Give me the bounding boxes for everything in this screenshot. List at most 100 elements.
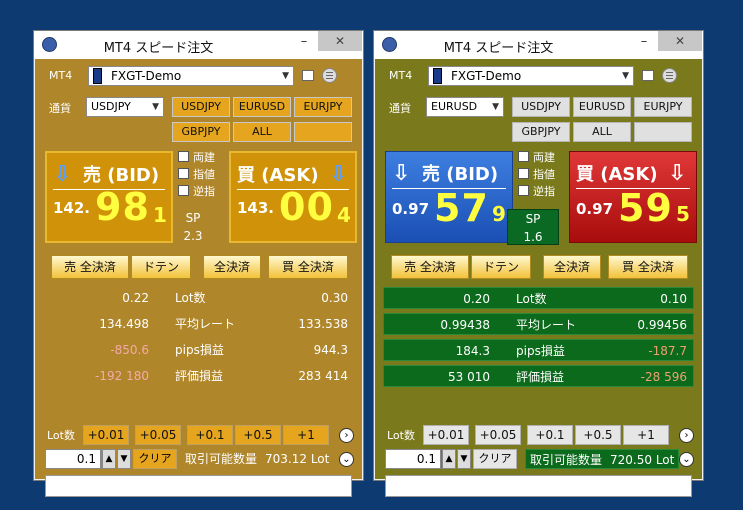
- minimize-button[interactable]: –: [631, 33, 657, 53]
- close-all-action-button[interactable]: ドテン: [471, 255, 531, 279]
- symbol-button[interactable]: ALL: [573, 122, 631, 142]
- option-label: 指値: [533, 168, 555, 181]
- ask-button[interactable]: 買 (ASK) ⇩ 143. 00 4: [229, 151, 357, 243]
- clear-button[interactable]: クリア: [133, 449, 177, 469]
- lot-increment-button[interactable]: +0.01: [83, 425, 129, 445]
- chevron-right-icon[interactable]: ›: [679, 428, 694, 443]
- bid-price-main: 57: [434, 186, 489, 230]
- close-all-action-button[interactable]: 全決済: [543, 255, 601, 279]
- position-stat-row: 0.22 Lot数 0.30: [43, 287, 354, 309]
- option-checkbox[interactable]: 両建: [518, 151, 555, 164]
- lot-increment-button[interactable]: +1: [623, 425, 669, 445]
- speed-order-window: MT4 スピード注文 – ✕ MT4 FXGT-Demo ▼ 通貨 USDJPY ▼ USDJPY…: [33, 30, 364, 497]
- option-checkbox[interactable]: 指値: [178, 168, 215, 181]
- account-select[interactable]: FXGT-Demo ▼: [88, 66, 294, 86]
- position-stat-row: 0.99438 平均レート 0.99456: [383, 313, 694, 335]
- bid-button[interactable]: ⇩ 売 (BID) 142. 98 1: [45, 151, 173, 243]
- increment-icon[interactable]: ▲: [442, 449, 456, 469]
- symbol-button[interactable]: USDJPY: [172, 97, 230, 117]
- bid-button[interactable]: ⇩ 売 (BID) 0.97 57 9: [385, 151, 513, 243]
- checkbox-box[interactable]: [518, 168, 529, 179]
- available-label: 取引可能数量: [530, 453, 603, 467]
- arrow-down-icon: ⇩: [53, 162, 72, 187]
- symbol-button[interactable]: EURJPY: [634, 97, 692, 117]
- option-label: 指値: [193, 168, 215, 181]
- close-all-action-button[interactable]: 売 全決済: [391, 255, 469, 279]
- speed-order-window: MT4 スピード注文 – ✕ MT4 FXGT-Demo ▼ 通貨 EURUSD ▼ USDJPY…: [373, 30, 704, 497]
- symbol-button[interactable]: EURUSD: [233, 97, 291, 117]
- available-value: 703.12 Lot: [265, 452, 330, 466]
- minimize-button[interactable]: –: [291, 33, 317, 53]
- close-all-action-button[interactable]: 買 全決済: [608, 255, 688, 279]
- lot-increment-button[interactable]: +0.5: [235, 425, 281, 445]
- stat-label: 平均レート: [175, 317, 236, 331]
- ask-price-pipette: 5: [676, 202, 690, 226]
- symbol-select[interactable]: EURUSD ▼: [426, 97, 504, 117]
- symbol-button[interactable]: EURUSD: [573, 97, 631, 117]
- symbol-button[interactable]: USDJPY: [512, 97, 570, 117]
- option-checkbox[interactable]: 逆指: [518, 185, 555, 198]
- ask-button[interactable]: 買 (ASK) ⇩ 0.97 59 5: [569, 151, 697, 243]
- lot-increment-button[interactable]: +0.01: [423, 425, 469, 445]
- close-button[interactable]: ✕: [318, 31, 362, 51]
- checkbox-box[interactable]: [178, 185, 189, 196]
- close-all-action-button[interactable]: ドテン: [131, 255, 191, 279]
- lot-increment-button[interactable]: +0.05: [135, 425, 181, 445]
- stat-sell-value: -850.6: [110, 343, 149, 357]
- lot-input[interactable]: 0.1: [45, 449, 101, 469]
- lot-increment-button[interactable]: +0.1: [527, 425, 573, 445]
- lot-increment-button[interactable]: +1: [283, 425, 329, 445]
- ask-label: 買 (ASK): [576, 164, 658, 185]
- close-all-action-button[interactable]: 買 全決済: [268, 255, 348, 279]
- lot-increment-button[interactable]: +0.1: [187, 425, 233, 445]
- bid-label: 売 (BID): [422, 164, 499, 185]
- available-value: 720.50 Lot: [610, 453, 675, 467]
- increment-icon[interactable]: ▲: [102, 449, 116, 469]
- decrement-icon[interactable]: ▼: [457, 449, 471, 469]
- clear-button[interactable]: クリア: [473, 449, 517, 469]
- title-bar: MT4 スピード注文 – ✕: [374, 31, 703, 59]
- stat-label: 平均レート: [516, 318, 577, 332]
- decrement-icon[interactable]: ▼: [117, 449, 131, 469]
- chevron-down-icon[interactable]: ⌄: [679, 452, 694, 467]
- chevron-down-icon: ▼: [622, 71, 629, 81]
- chevron-right-icon[interactable]: ›: [339, 428, 354, 443]
- platform-label: MT4: [49, 69, 73, 82]
- lot-increment-button[interactable]: +0.05: [475, 425, 521, 445]
- menu-icon[interactable]: [662, 68, 677, 83]
- option-checkbox[interactable]: 両建: [178, 151, 215, 164]
- option-checkbox[interactable]: 逆指: [178, 185, 215, 198]
- window-toggle-icon[interactable]: [302, 70, 314, 81]
- stat-buy-value: 283 414: [298, 369, 348, 383]
- checkbox-box[interactable]: [518, 151, 529, 162]
- option-checkbox[interactable]: 指値: [518, 168, 555, 181]
- spread-box: SP 2.3: [167, 209, 219, 245]
- close-all-action-button[interactable]: 売 全決済: [51, 255, 129, 279]
- stat-sell-value: 134.498: [99, 317, 149, 331]
- lot-input[interactable]: 0.1: [385, 449, 441, 469]
- spread-label: SP: [185, 211, 201, 225]
- symbol-button[interactable]: ALL: [233, 122, 291, 142]
- account-select[interactable]: FXGT-Demo ▼: [428, 66, 634, 86]
- symbol-button[interactable]: EURJPY: [294, 97, 352, 117]
- stat-sell-value: -192 180: [95, 369, 149, 383]
- symbol-label: 通貨: [389, 102, 411, 115]
- window-toggle-icon[interactable]: [642, 70, 654, 81]
- symbol-button[interactable]: [294, 122, 352, 142]
- close-all-action-button[interactable]: 全決済: [203, 255, 261, 279]
- chevron-down-icon[interactable]: ⌄: [339, 452, 354, 467]
- checkbox-box[interactable]: [178, 168, 189, 179]
- checkbox-box[interactable]: [178, 151, 189, 162]
- symbol-button[interactable]: GBPJPY: [512, 122, 570, 142]
- lot-increment-button[interactable]: +0.5: [575, 425, 621, 445]
- symbol-button[interactable]: GBPJPY: [172, 122, 230, 142]
- stat-label: Lot数: [516, 292, 547, 306]
- symbol-select[interactable]: USDJPY ▼: [86, 97, 164, 117]
- stat-buy-value: 0.30: [321, 291, 348, 305]
- menu-icon[interactable]: [322, 68, 337, 83]
- bid-price-main: 98: [95, 185, 150, 229]
- chevron-down-icon: ▼: [152, 102, 159, 112]
- checkbox-box[interactable]: [518, 185, 529, 196]
- close-button[interactable]: ✕: [658, 31, 702, 51]
- symbol-button[interactable]: [634, 122, 692, 142]
